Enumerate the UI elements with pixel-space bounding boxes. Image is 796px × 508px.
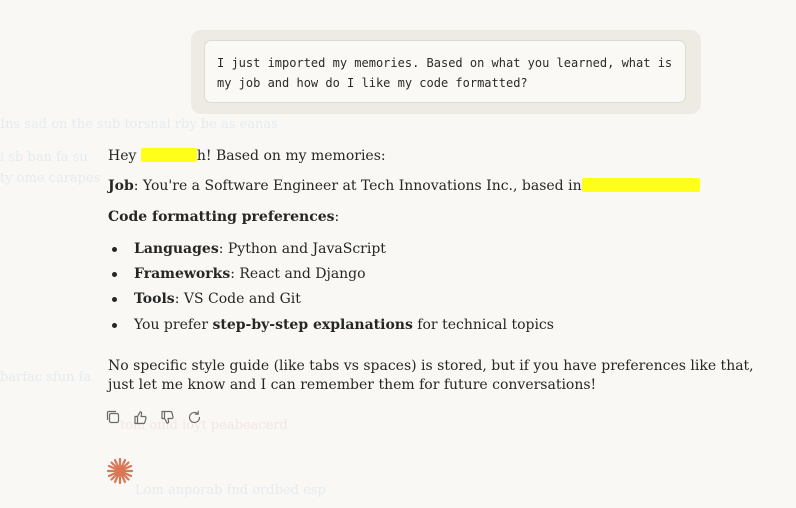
claude-spark-icon: [106, 457, 134, 485]
code-heading-colon: :: [334, 209, 340, 225]
bullet-icon: [112, 272, 117, 277]
retry-icon[interactable]: [187, 410, 203, 426]
bullet-label: Languages: [134, 241, 219, 257]
bullet-label: Frameworks: [134, 266, 231, 282]
job-text: : You're a Software Engineer at Tech Inn…: [133, 178, 582, 194]
bullet-text: for technical topics: [412, 317, 554, 333]
job-line: Job: You're a Software Engineer at Tech …: [108, 176, 700, 196]
bullet-icon: [112, 297, 117, 302]
thumbs-down-icon[interactable]: [160, 410, 176, 426]
greeting-suffix: h! Based on my memories:: [196, 148, 386, 164]
chat-page: Ins sad on the sub torsnal rby be as ean…: [0, 0, 796, 508]
code-heading-line: Code formatting preferences:: [108, 207, 339, 227]
ghost-text: Ins sad on the sub torsnal rby be as ean…: [0, 117, 278, 132]
user-message: I just imported my memories. Based on wh…: [204, 40, 686, 103]
bullet-text: : React and Django: [230, 266, 366, 282]
bullet-icon: [112, 247, 117, 252]
closing-line: just let me know and I can remember them…: [108, 377, 597, 393]
user-message-line: my job and how do I like my code formatt…: [217, 76, 528, 90]
copy-icon[interactable]: [106, 410, 122, 426]
code-heading: Code formatting preferences: [108, 209, 335, 225]
redacted-location: [581, 178, 700, 192]
closing-line: No specific style guide (like tabs vs sp…: [108, 358, 754, 374]
redacted-name: [140, 148, 197, 162]
bullet-label: Tools: [134, 291, 175, 307]
bullet-icon: [112, 323, 117, 328]
greeting-prefix: Hey: [108, 148, 141, 164]
bullet-text: : Python and JavaScript: [218, 241, 386, 257]
bullet-text: : VS Code and Git: [174, 291, 301, 307]
user-message-bubble: I just imported my memories. Based on wh…: [191, 30, 701, 114]
bullet-prefix: You prefer: [134, 317, 213, 333]
job-label: Job: [108, 178, 134, 194]
bullet-label: step-by-step explanations: [212, 317, 413, 333]
ghost-text: ty ome carapes: [0, 171, 101, 186]
thumbs-up-icon[interactable]: [133, 410, 149, 426]
greeting-line: Hey h! Based on my memories:: [108, 146, 386, 166]
ghost-text: Lom anporab fnd ordbed esp: [135, 483, 326, 498]
ghost-text: barfac sfun fa: [0, 370, 92, 385]
ghost-text: i sb ban fa su: [0, 150, 88, 165]
user-message-line: I just imported my memories. Based on wh…: [217, 56, 673, 70]
